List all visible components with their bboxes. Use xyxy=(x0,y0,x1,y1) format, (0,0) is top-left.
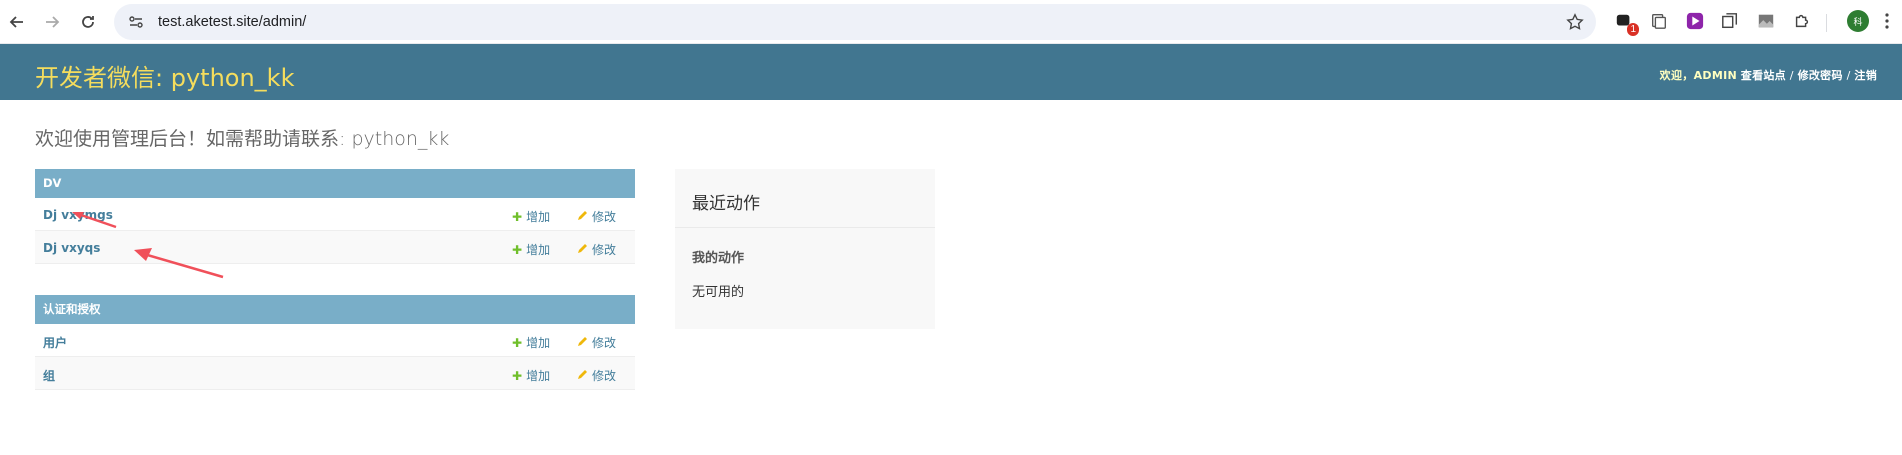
annotation-arrow xyxy=(72,212,117,229)
user-tools: 欢迎，ADMIN 查看站点 / 修改密码 / 注销 xyxy=(1660,67,1877,83)
annotation-arrow xyxy=(134,248,224,279)
add-link[interactable]: ✚ 增加 xyxy=(512,367,550,384)
model-link[interactable]: 组 xyxy=(43,367,55,384)
kebab-menu-icon[interactable] xyxy=(1885,12,1889,30)
extensions-puzzle-icon[interactable] xyxy=(1791,10,1813,32)
app-module-dv: DV Dj vxymgs ✚ 增加 修改 Dj vxyqs ✚ 增加 修改 xyxy=(35,169,635,264)
model-link[interactable]: Dj vxyqs xyxy=(43,241,100,255)
profile-avatar[interactable]: 科 xyxy=(1847,10,1869,32)
address-bar[interactable]: test.aketest.site/admin/ xyxy=(114,4,1596,40)
app-module-auth: 认证和授权 用户 ✚ 增加 修改 组 ✚ 增加 修改 xyxy=(35,295,635,390)
recent-actions-title: 最近动作 xyxy=(692,194,760,214)
model-row: Dj vxyqs ✚ 增加 修改 xyxy=(35,231,635,264)
admin-header: 开发者微信: python_kk 欢迎，ADMIN 查看站点 / 修改密码 / … xyxy=(0,44,1902,100)
page-title: 欢迎使用管理后台！如需帮助请联系: python_kk xyxy=(35,128,450,150)
forward-button[interactable] xyxy=(35,5,69,39)
divider xyxy=(675,227,935,228)
no-actions-text: 无可用的 xyxy=(692,285,745,300)
separator: / xyxy=(1846,69,1851,82)
pencil-icon xyxy=(578,370,587,379)
model-link[interactable]: 用户 xyxy=(43,334,67,351)
change-label: 修改 xyxy=(592,243,617,257)
logout-link[interactable]: 注销 xyxy=(1854,69,1877,82)
add-link[interactable]: ✚ 增加 xyxy=(512,334,550,351)
toolbar-divider xyxy=(1826,14,1827,32)
add-label: 增加 xyxy=(526,369,551,383)
extension-badge: 1 xyxy=(1627,23,1639,36)
add-link[interactable]: ✚ 增加 xyxy=(512,208,550,225)
pencil-icon xyxy=(578,337,587,346)
app-caption[interactable]: 认证和授权 xyxy=(35,295,635,324)
model-row: 用户 ✚ 增加 修改 xyxy=(35,324,635,357)
brand-title: 开发者微信 xyxy=(35,64,155,92)
video-extension-icon[interactable] xyxy=(1684,10,1706,32)
arrow-right-icon xyxy=(46,15,60,28)
plus-icon: ✚ xyxy=(512,369,523,383)
change-label: 修改 xyxy=(592,336,617,350)
add-label: 增加 xyxy=(526,210,551,224)
add-link[interactable]: ✚ 增加 xyxy=(512,241,550,258)
plus-icon: ✚ xyxy=(512,210,523,224)
add-label: 增加 xyxy=(526,336,551,350)
pencil-icon xyxy=(578,211,587,220)
add-label: 增加 xyxy=(526,243,551,257)
back-button[interactable] xyxy=(0,5,34,39)
reload-button[interactable] xyxy=(71,5,105,39)
reload-icon xyxy=(82,15,94,28)
change-link[interactable]: 修改 xyxy=(577,334,616,351)
pencil-icon xyxy=(578,244,587,253)
change-password-link[interactable]: 修改密码 xyxy=(1798,69,1843,82)
view-site-link[interactable]: 查看站点 xyxy=(1741,69,1786,82)
plus-icon: ✚ xyxy=(512,243,523,257)
image-extension-icon[interactable] xyxy=(1755,10,1777,32)
welcome-text: 欢迎， xyxy=(1659,69,1694,82)
plus-icon: ✚ xyxy=(512,336,523,350)
model-row: Dj vxymgs ✚ 增加 修改 xyxy=(35,198,635,231)
site-branding[interactable]: 开发者微信: python_kk xyxy=(35,58,294,93)
site-info-icon[interactable] xyxy=(126,12,146,32)
app-caption[interactable]: DV xyxy=(35,169,635,198)
bookmark-star-icon[interactable] xyxy=(1566,13,1584,31)
brand-suffix: : python_kk xyxy=(155,64,295,92)
change-link[interactable]: 修改 xyxy=(577,367,616,384)
arrow-left-icon xyxy=(9,15,23,28)
browser-toolbar: test.aketest.site/admin/ 1 科 xyxy=(0,0,1902,44)
username: ADMIN xyxy=(1693,69,1737,82)
change-label: 修改 xyxy=(592,210,617,224)
model-row: 组 ✚ 增加 修改 xyxy=(35,357,635,390)
url-text: test.aketest.site/admin/ xyxy=(158,14,307,30)
my-actions-heading: 我的动作 xyxy=(692,251,745,266)
extension-icon[interactable] xyxy=(1648,10,1670,32)
extension-icon[interactable] xyxy=(1719,10,1741,32)
change-link[interactable]: 修改 xyxy=(577,241,616,258)
change-label: 修改 xyxy=(592,369,617,383)
extension-icon[interactable]: 1 xyxy=(1613,10,1639,36)
recent-actions-panel: 最近动作 我的动作 无可用的 xyxy=(675,169,935,329)
change-link[interactable]: 修改 xyxy=(577,208,616,225)
